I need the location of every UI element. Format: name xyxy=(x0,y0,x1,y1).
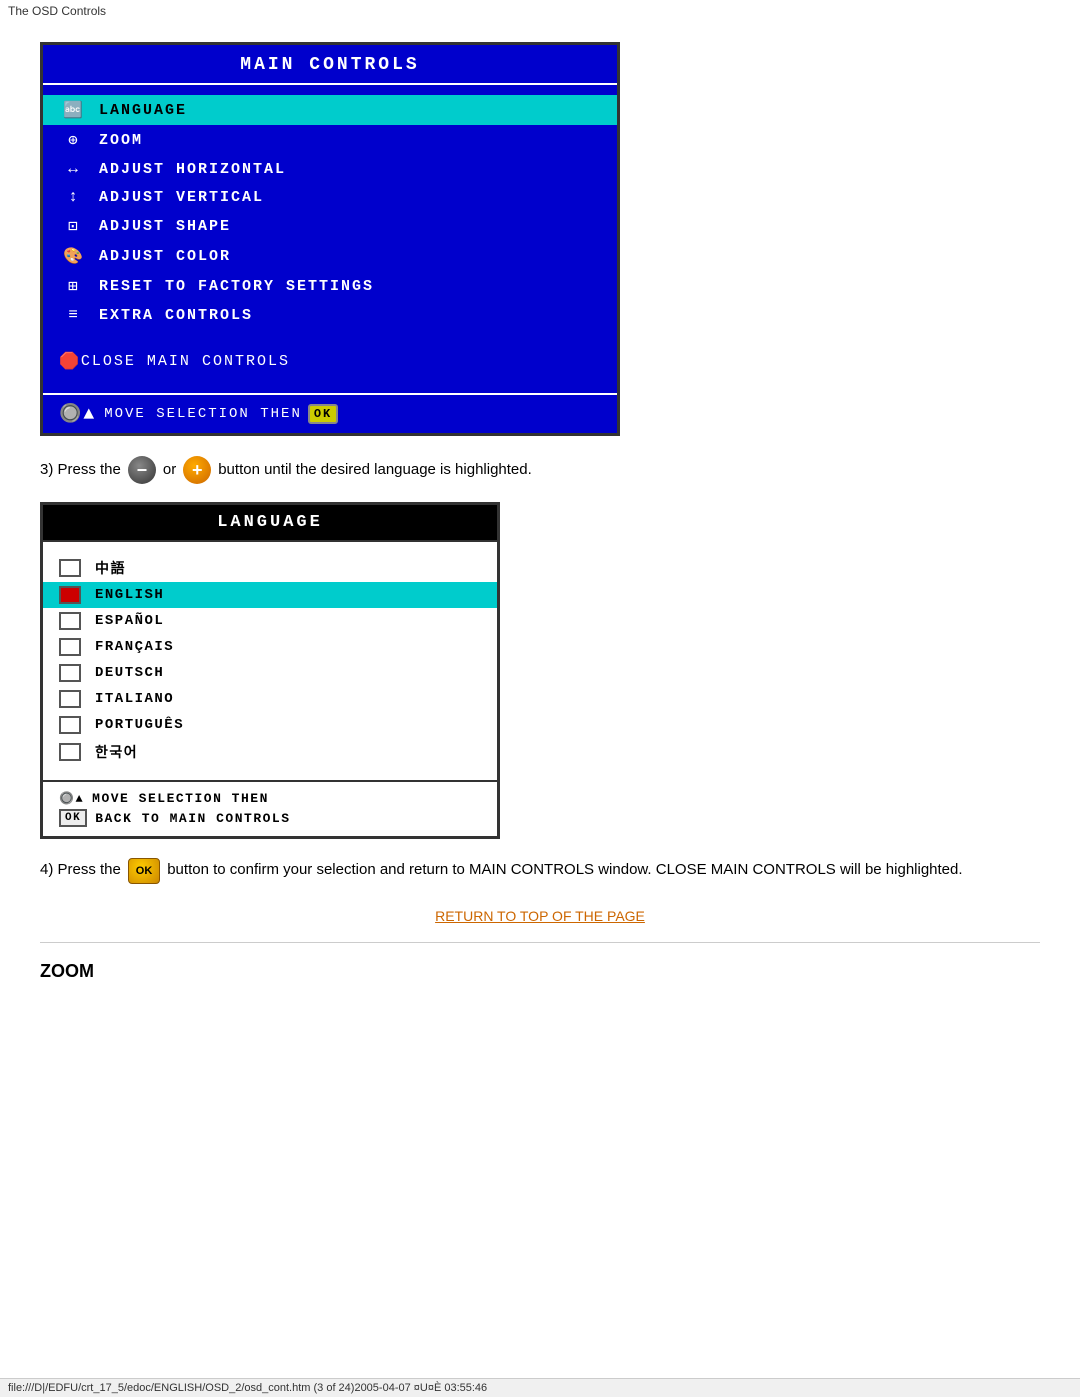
lang-item-french[interactable]: FRANÇAIS xyxy=(43,634,497,660)
minus-button[interactable]: − xyxy=(128,456,156,484)
step4-text1: 4) Press the xyxy=(40,861,121,878)
top-bar-label: The OSD Controls xyxy=(8,4,106,18)
status-bar-text: file:///D|/EDFU/crt_17_5/edoc/ENGLISH/OS… xyxy=(8,1382,487,1394)
lang-icon-italian xyxy=(59,690,81,708)
color-icon: 🎨 xyxy=(59,246,89,266)
close-main-controls[interactable]: 🛑 CLOSE MAIN CONTROLS xyxy=(43,343,617,379)
extra-icon: ≡ xyxy=(59,306,89,324)
language-footer: 🔘▲ MOVE SELECTION THEN OK BACK TO MAIN C… xyxy=(43,780,497,836)
section-divider xyxy=(40,942,1040,943)
lang-footer-row1: 🔘▲ MOVE SELECTION THEN xyxy=(59,791,481,806)
lang-item-german[interactable]: DEUTSCH xyxy=(43,660,497,686)
ok-icon: OK xyxy=(308,404,338,424)
nav-icons: 🔘▲ xyxy=(59,403,96,425)
lang-icon-chinese xyxy=(59,559,81,577)
nav-icon-lang: 🔘▲ xyxy=(59,791,84,806)
lang-icon-german xyxy=(59,664,81,682)
menu-item-zoom[interactable]: ⊕ ZOOM xyxy=(43,125,617,155)
menu-label-zoom: ZOOM xyxy=(99,132,143,149)
step3-text3: button until the desired language is hig… xyxy=(218,458,532,482)
menu-item-extra[interactable]: ≡ EXTRA CONTROLS xyxy=(43,301,617,329)
return-to-top-link[interactable]: RETURN TO TOP OF THE PAGE xyxy=(435,908,645,924)
lang-icon-spanish xyxy=(59,612,81,630)
ok-box-icon: OK xyxy=(59,809,87,827)
menu-item-horiz[interactable]: ↔ ADJUST HORIZONTAL xyxy=(43,155,617,183)
ok-button[interactable]: OK xyxy=(128,858,160,884)
menu-label-reset: RESET TO FACTORY SETTINGS xyxy=(99,278,374,295)
lang-label-portuguese: PORTUGUÊS xyxy=(95,717,184,733)
lang-icon-english xyxy=(59,586,81,604)
lang-footer-text2: BACK TO MAIN CONTROLS xyxy=(95,811,290,826)
menu-label-shape: ADJUST SHAPE xyxy=(99,218,231,235)
return-link-container: RETURN TO TOP OF THE PAGE xyxy=(40,908,1040,924)
lang-label-chinese: 中語 xyxy=(95,558,126,578)
reset-icon: ⊞ xyxy=(59,276,89,296)
lang-footer-row2: OK BACK TO MAIN CONTROLS xyxy=(59,809,481,827)
lang-label-spanish: ESPAÑOL xyxy=(95,613,164,629)
menu-label-extra: EXTRA CONTROLS xyxy=(99,307,253,324)
plus-button[interactable]: + xyxy=(183,456,211,484)
language-title: LANGUAGE xyxy=(43,505,497,542)
main-controls-screen: MAIN CONTROLS 🔤 LANGUAGE ⊕ ZOOM ↔ ADJUST… xyxy=(40,42,620,436)
lang-label-german: DEUTSCH xyxy=(95,665,164,681)
shape-icon: ⊡ xyxy=(59,216,89,236)
menu-item-color[interactable]: 🎨 ADJUST COLOR xyxy=(43,241,617,271)
lang-label-korean: 한국어 xyxy=(95,742,138,762)
lang-item-korean[interactable]: 한국어 xyxy=(43,738,497,766)
menu-item-language[interactable]: 🔤 LANGUAGE xyxy=(43,95,617,125)
menu-item-vert[interactable]: ↕ ADJUST VERTICAL xyxy=(43,183,617,211)
lang-label-italian: ITALIANO xyxy=(95,691,174,707)
menu-label-close: CLOSE MAIN CONTROLS xyxy=(81,353,290,370)
language-body: 中語 ENGLISH ESPAÑOL FRANÇAIS DEUTSCH xyxy=(43,542,497,780)
zoom-heading: ZOOM xyxy=(40,961,1040,982)
lang-icon-french xyxy=(59,638,81,656)
top-bar: The OSD Controls xyxy=(0,0,1080,22)
lang-footer-text1: MOVE SELECTION THEN xyxy=(92,791,269,806)
step4-text: 4) Press the OK button to confirm your s… xyxy=(40,857,1040,884)
step4-text2: button to confirm your selection and ret… xyxy=(167,861,962,878)
main-controls-title: MAIN CONTROLS xyxy=(43,45,617,85)
lang-item-english[interactable]: ENGLISH xyxy=(43,582,497,608)
lang-icon-portuguese xyxy=(59,716,81,734)
step3-text2: or xyxy=(163,458,176,482)
menu-label-horiz: ADJUST HORIZONTAL xyxy=(99,161,286,178)
lang-label-english: ENGLISH xyxy=(95,587,164,603)
close-icon: 🛑 xyxy=(59,351,81,371)
horiz-icon: ↔ xyxy=(59,160,89,178)
page-content: MAIN CONTROLS 🔤 LANGUAGE ⊕ ZOOM ↔ ADJUST… xyxy=(0,22,1080,1050)
step3-text: 3) Press the − or + button until the des… xyxy=(40,456,1040,484)
language-screen: LANGUAGE 中語 ENGLISH ESPAÑOL FRANÇAIS xyxy=(40,502,500,839)
step3-text1: 3) Press the xyxy=(40,458,121,482)
lang-item-spanish[interactable]: ESPAÑOL xyxy=(43,608,497,634)
vert-icon: ↕ xyxy=(59,188,89,206)
menu-item-reset[interactable]: ⊞ RESET TO FACTORY SETTINGS xyxy=(43,271,617,301)
zoom-icon: ⊕ xyxy=(59,130,89,150)
menu-label-color: ADJUST COLOR xyxy=(99,248,231,265)
menu-label-language: LANGUAGE xyxy=(99,102,187,119)
menu-item-shape[interactable]: ⊡ ADJUST SHAPE xyxy=(43,211,617,241)
lang-item-portuguese[interactable]: PORTUGUÊS xyxy=(43,712,497,738)
menu-label-vert: ADJUST VERTICAL xyxy=(99,189,264,206)
language-icon: 🔤 xyxy=(59,100,89,120)
main-controls-footer: 🔘▲ MOVE SELECTION THEN OK xyxy=(43,393,617,433)
lang-icon-korean xyxy=(59,743,81,761)
status-bar: file:///D|/EDFU/crt_17_5/edoc/ENGLISH/OS… xyxy=(0,1378,1080,1397)
footer-text: MOVE SELECTION THEN xyxy=(104,406,302,422)
lang-label-french: FRANÇAIS xyxy=(95,639,174,655)
lang-item-chinese[interactable]: 中語 xyxy=(43,554,497,582)
lang-item-italian[interactable]: ITALIANO xyxy=(43,686,497,712)
